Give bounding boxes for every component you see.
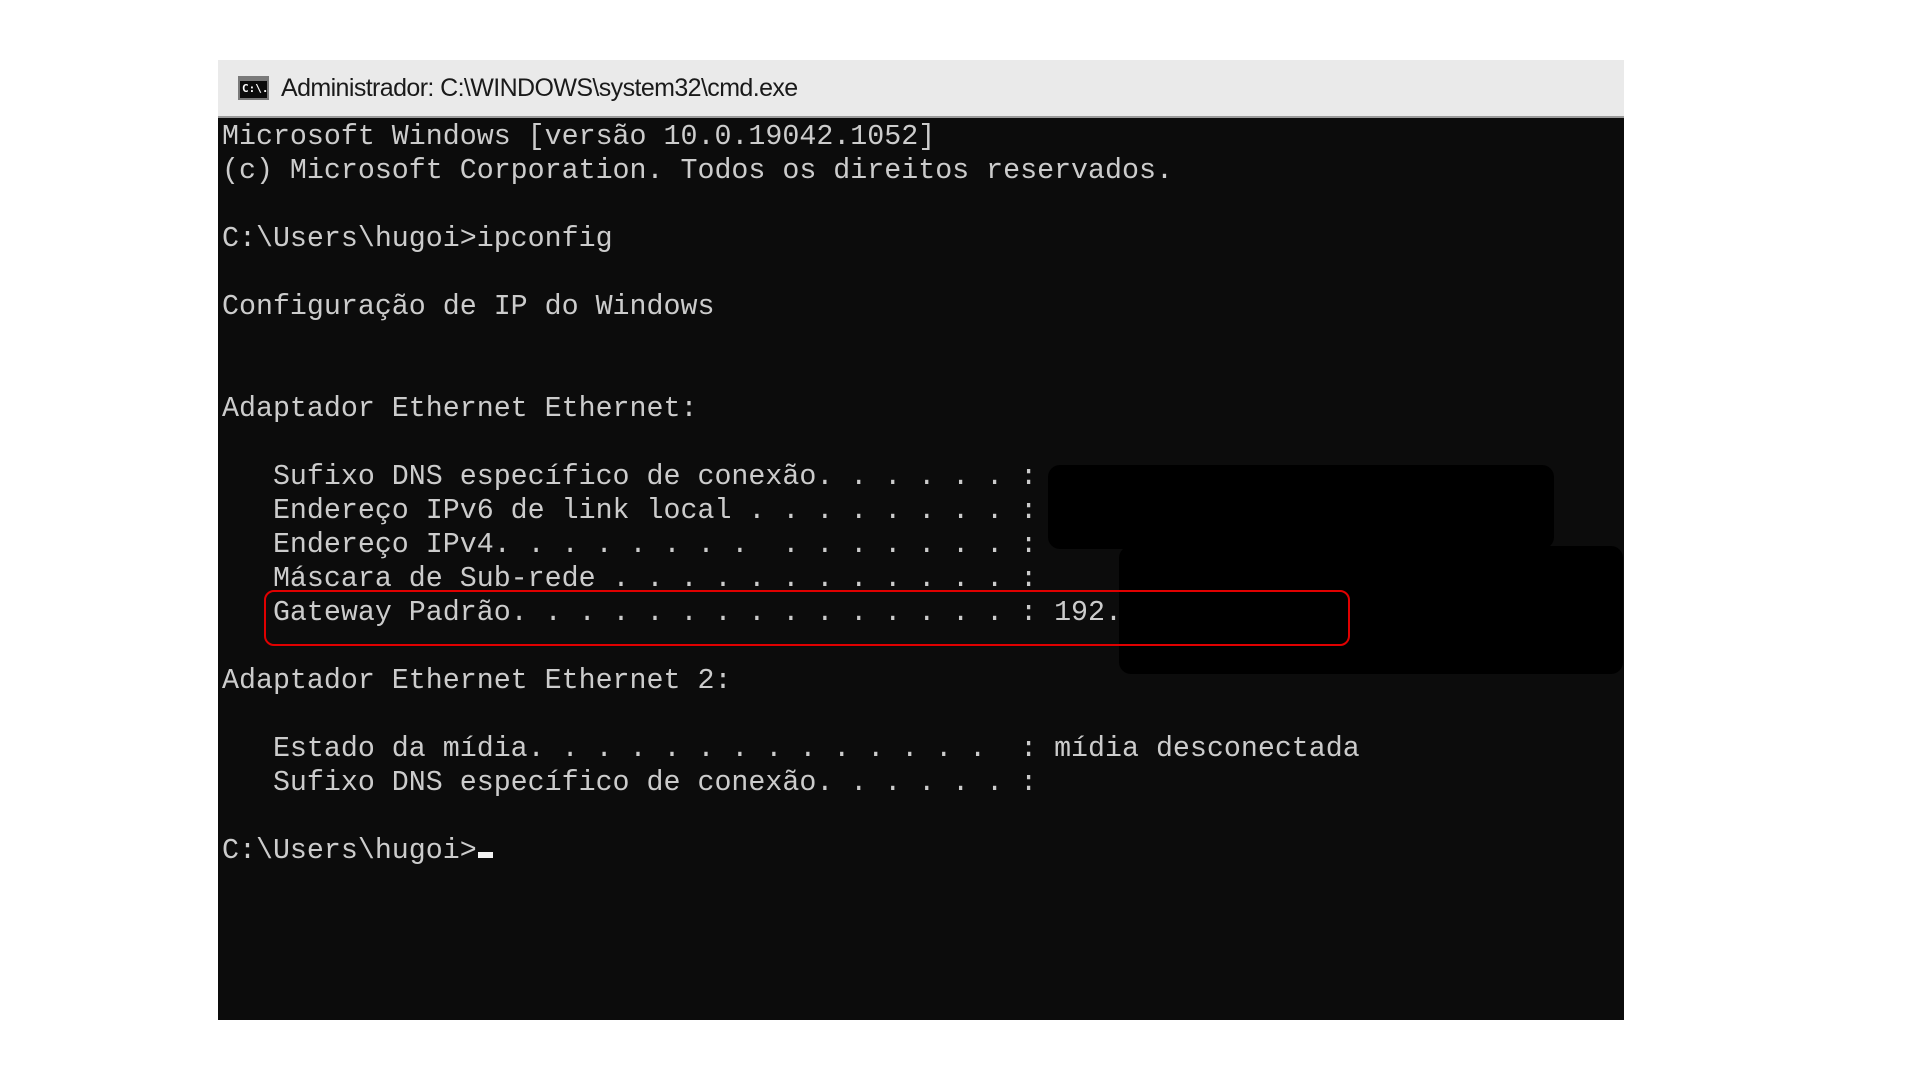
console-line: Sufixo DNS específico de conexão. . . . …	[222, 767, 1038, 799]
title-bar[interactable]: C:\. Administrador: C:\WINDOWS\system32\…	[218, 60, 1624, 118]
console-line: Configuração de IP do Windows	[222, 291, 715, 323]
console-line: Microsoft Windows [versão 10.0.19042.105…	[222, 121, 936, 153]
console-line: C:\Users\hugoi>	[222, 834, 1360, 868]
cmd-window: C:\. Administrador: C:\WINDOWS\system32\…	[218, 60, 1624, 1020]
console-line: Adaptador Ethernet Ethernet:	[222, 393, 698, 425]
console-line: C:\Users\hugoi>ipconfig	[222, 223, 613, 255]
gateway-highlight-box	[264, 590, 1350, 646]
console-line: Estado da mídia. . . . . . . . . . . . .…	[222, 733, 1360, 765]
text-cursor	[477, 852, 493, 858]
cmd-console-icon: C:\.	[238, 76, 269, 100]
console-line: (c) Microsoft Corporation. Todos os dire…	[222, 155, 1173, 187]
adapter-values-redaction	[1048, 465, 1554, 549]
window-title: Administrador: C:\WINDOWS\system32\cmd.e…	[281, 73, 798, 102]
